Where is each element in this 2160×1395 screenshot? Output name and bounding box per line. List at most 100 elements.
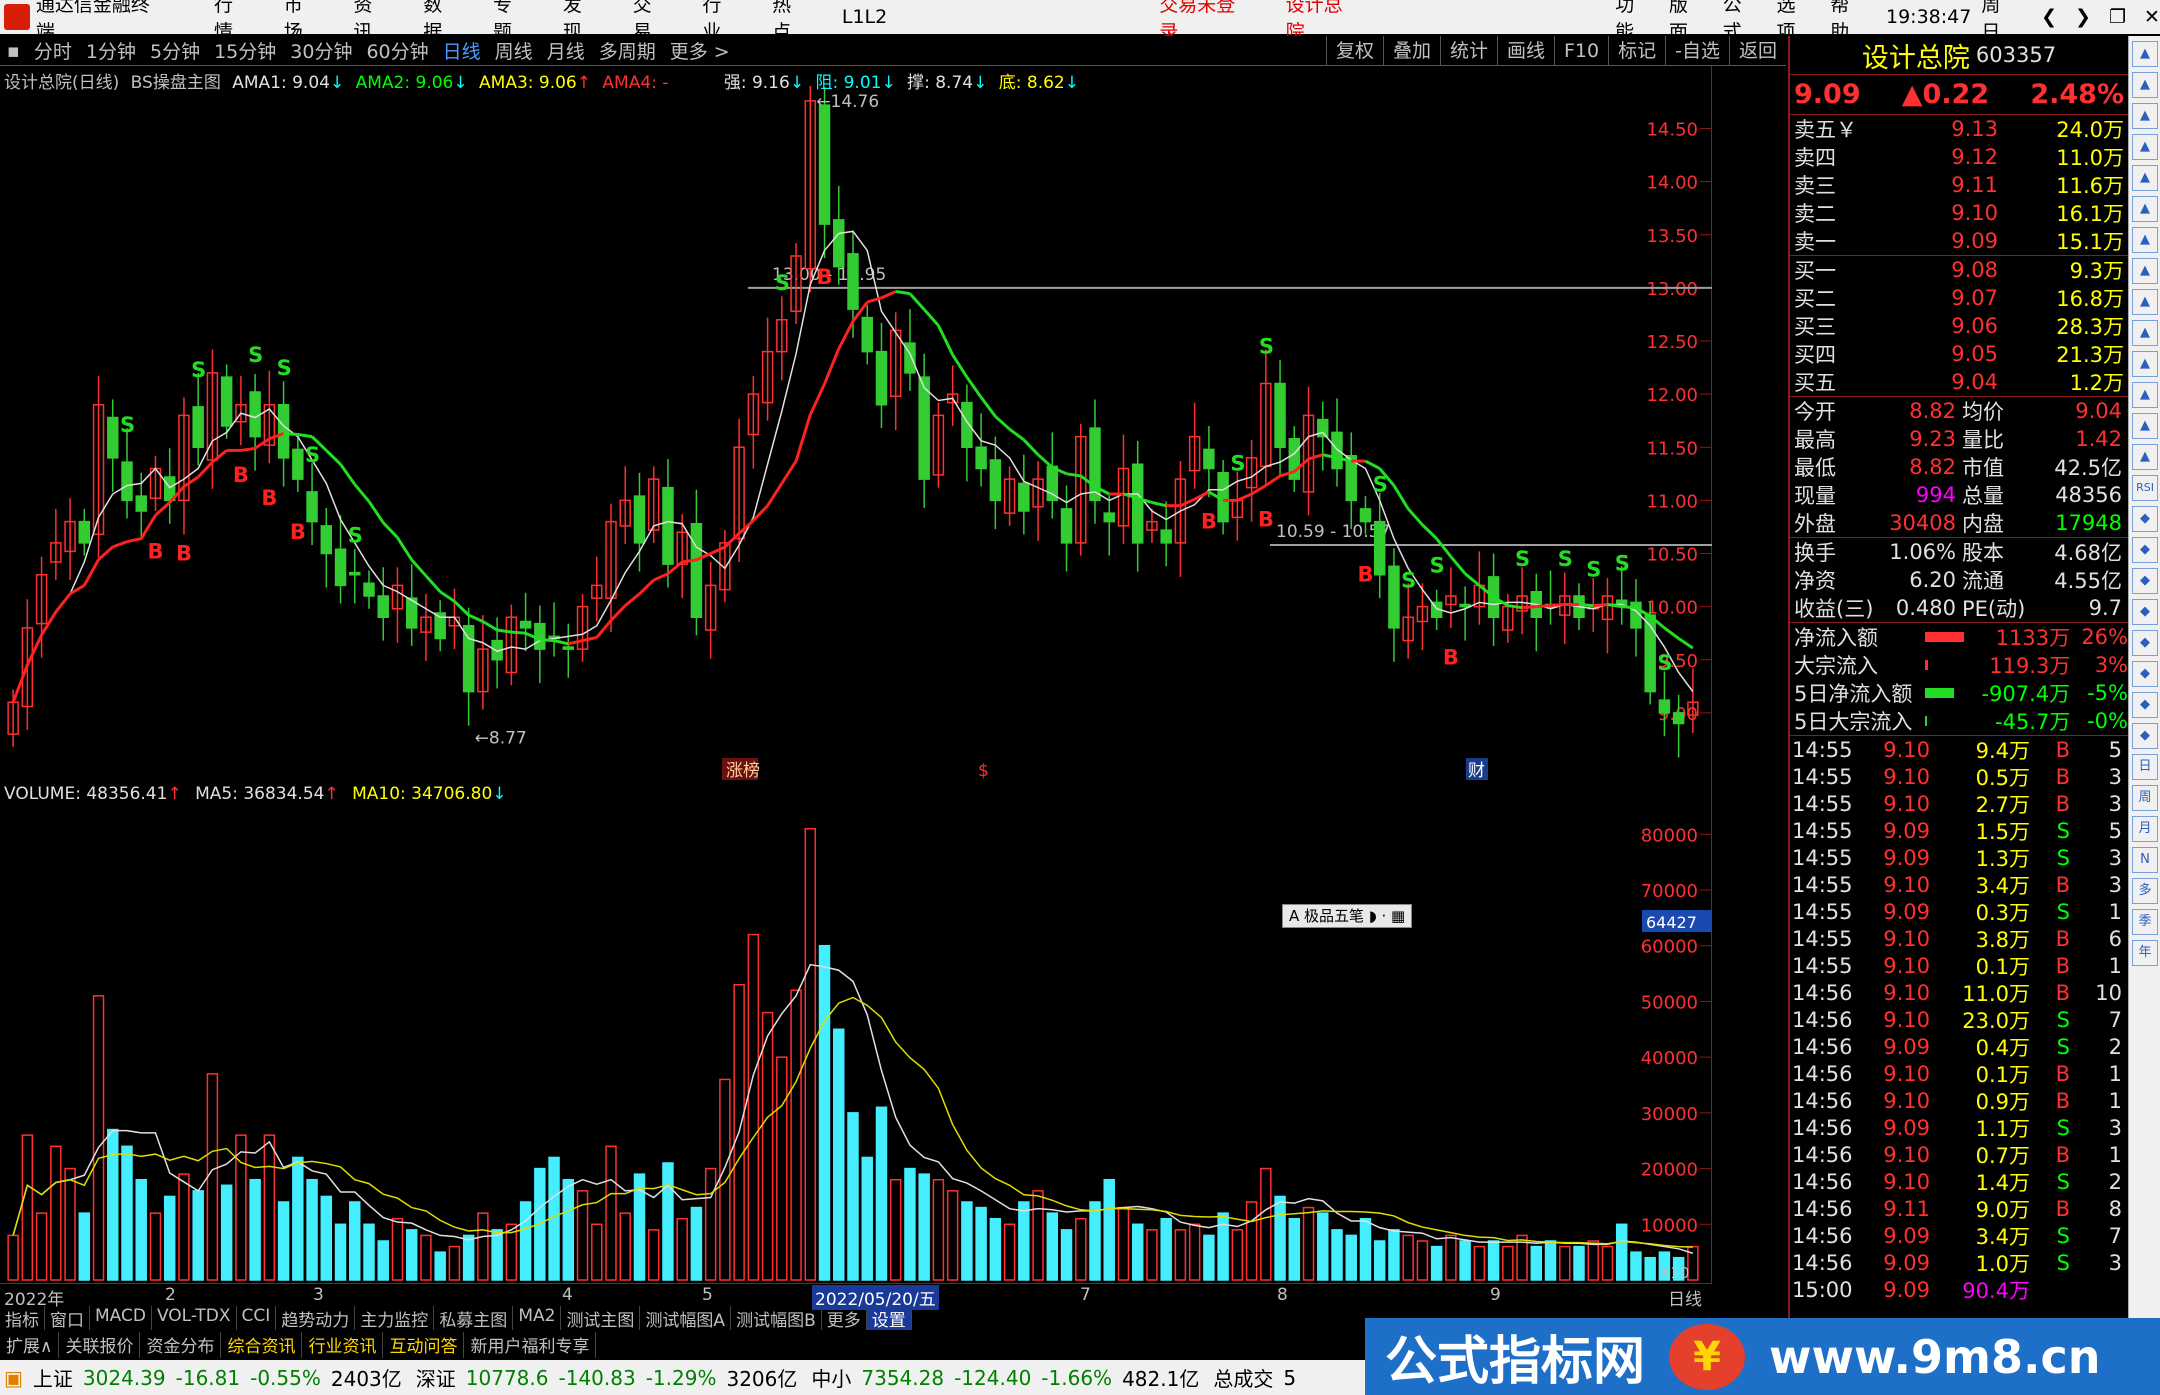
tick-row[interactable]: 14:56 9.10 11.0万 B 10 (1790, 979, 2128, 1006)
period-shortcut-1[interactable]: 周 (2132, 785, 2158, 811)
clock-icon[interactable]: ▲ (2132, 444, 2158, 470)
ask-row[interactable]: 卖四 9.12 11.0万 (1790, 143, 2128, 171)
bid-row[interactable]: 买一 9.08 9.3万 (1790, 256, 2128, 284)
table-icon[interactable]: ▲ (2132, 165, 2158, 191)
forward-icon[interactable]: ❯ (2075, 6, 2091, 28)
tick-row[interactable]: 14:56 9.11 9.0万 B 8 (1790, 1195, 2128, 1222)
period-shortcut-6[interactable]: 年 (2132, 940, 2158, 966)
period-more[interactable]: 更多 > (663, 37, 737, 64)
restore-icon[interactable]: ❐ (2109, 6, 2126, 28)
grid-icon[interactable]: ▲ (2132, 320, 2158, 346)
extension-tab-0[interactable]: 扩展∧ (0, 1332, 60, 1358)
period-multi[interactable]: 多周期 (592, 37, 663, 64)
indicator-tab-4[interactable]: CCI (237, 1306, 277, 1330)
tick-row[interactable]: 14:56 9.09 3.4万 S 7 (1790, 1222, 2128, 1249)
candle-icon[interactable]: ▲ (2132, 227, 2158, 253)
ime-popup[interactable]: A 极品五笔 ◗ · ▦ (1282, 904, 1413, 928)
tick-row[interactable]: 14:56 9.10 23.0万 S 7 (1790, 1006, 2128, 1033)
indicator-tab-3[interactable]: VOL-TDX (152, 1306, 237, 1330)
period-60min[interactable]: 60分钟 (359, 37, 435, 64)
period-shortcut-5[interactable]: 季 (2132, 909, 2158, 935)
indicator-tab-10[interactable]: 测试幅图A (640, 1306, 732, 1331)
up-icon[interactable]: ▲ (2132, 72, 2158, 98)
news-icon[interactable]: ▲ (2132, 351, 2158, 377)
ask-row[interactable]: 卖五￥ 9.13 24.0万 (1790, 115, 2128, 143)
back-icon[interactable]: ❮ (2041, 6, 2057, 28)
period-fenshi[interactable]: 分时 (27, 37, 79, 64)
indicator-tab-5[interactable]: 趋势动力 (276, 1306, 356, 1331)
tick-row[interactable]: 14:55 9.10 0.5万 B 3 (1790, 763, 2128, 790)
down-icon[interactable]: ▲ (2132, 103, 2158, 129)
tool-fanhui[interactable]: 返回 (1728, 36, 1786, 66)
tick-row[interactable]: 14:56 9.09 1.0万 S 3 (1790, 1249, 2128, 1276)
tool-f10[interactable]: F10 (1554, 36, 1608, 66)
bid-row[interactable]: 买三 9.06 28.3万 (1790, 312, 2128, 340)
rsi-icon[interactable]: RSI (2132, 475, 2158, 501)
period-30min[interactable]: 30分钟 (283, 37, 359, 64)
fund-icon[interactable]: ▲ (2132, 289, 2158, 315)
indicator-tab-8[interactable]: MA2 (513, 1306, 562, 1330)
tool-huaxian[interactable]: 画线 (1496, 36, 1554, 66)
volume-chart[interactable]: 80000 70000 60000 50000 40000 30000 20000 10000… (0, 782, 1712, 1284)
num-15-icon[interactable]: ◆ (2132, 661, 2158, 687)
period-shortcut-3[interactable]: N (2132, 847, 2158, 873)
num-60-icon[interactable]: ◆ (2132, 723, 2158, 749)
tick-row[interactable]: 14:56 9.10 0.1万 B 1 (1790, 1060, 2128, 1087)
indicator-name[interactable]: BS操盘主图 (131, 73, 221, 93)
tick-row[interactable]: 14:56 9.10 0.9万 B 1 (1790, 1087, 2128, 1114)
extension-tab-5[interactable]: 互动问答 (383, 1332, 465, 1358)
bid-row[interactable]: 买二 9.07 16.8万 (1790, 284, 2128, 312)
candlestick-chart[interactable]: 14.50 14.00 13.50 13.00 12.50 12.00 11.50 11.00… (0, 66, 1712, 782)
tick-row[interactable]: 14:55 9.10 3.4万 B 3 (1790, 871, 2128, 898)
tool-tongji[interactable]: 统计 (1439, 36, 1497, 66)
tick-row[interactable]: 14:56 9.09 1.1万 S 3 (1790, 1114, 2128, 1141)
ask-row[interactable]: 卖三 9.11 11.6万 (1790, 171, 2128, 199)
sz-index-name[interactable]: 深证 (416, 1363, 456, 1392)
tick-row[interactable]: 14:55 9.10 3.8万 B 6 (1790, 925, 2128, 952)
close-icon[interactable]: ✕ (2144, 6, 2160, 28)
fund2-icon[interactable]: ▲ (2132, 382, 2158, 408)
num-5-icon[interactable]: ◆ (2132, 630, 2158, 656)
ask-row[interactable]: 卖二 9.10 16.1万 (1790, 199, 2128, 227)
period-1min[interactable]: 1分钟 (79, 37, 143, 64)
user-icon[interactable]: ▲ (2132, 413, 2158, 439)
indicator-tab-6[interactable]: 主力监控 (355, 1306, 435, 1331)
extension-tab-3[interactable]: 综合资讯 (221, 1332, 303, 1358)
tick-row[interactable]: 14:55 9.09 0.3万 S 1 (1790, 898, 2128, 925)
up-arrow-icon[interactable]: ▲ (2132, 41, 2158, 67)
tick-row[interactable]: 15:00 9.09 90.4万 (1790, 1276, 2128, 1303)
sh-index-name[interactable]: 上证 (33, 1363, 73, 1392)
tick-row[interactable]: 14:55 9.10 9.4万 B 5 (1790, 736, 2128, 763)
calendar-icon[interactable]: ◆ (2132, 568, 2158, 594)
zx-index-name[interactable]: 中小 (811, 1363, 851, 1392)
money-icon[interactable]: ◆ (2132, 599, 2158, 625)
period-monthly[interactable]: 月线 (540, 37, 592, 64)
tool-diejia[interactable]: 叠加 (1382, 36, 1440, 66)
chart-icon[interactable]: ▲ (2132, 134, 2158, 160)
tool-zixuan[interactable]: -自选 (1665, 36, 1729, 66)
list-icon[interactable]: ▲ (2132, 258, 2158, 284)
extension-tab-1[interactable]: 关联报价 (59, 1332, 141, 1358)
tick-list[interactable]: 14:55 9.10 9.4万 B 5 14:55 9.10 0.5万 B 3 14:55 9.10 2… (1790, 735, 2128, 1303)
tick-row[interactable]: 14:55 9.09 1.3万 S 3 (1790, 844, 2128, 871)
bid-row[interactable]: 买五 9.04 1.2万 (1790, 368, 2128, 396)
menu-item-l1l2[interactable]: L1L2 (826, 6, 903, 28)
period-shortcut-4[interactable]: 多 (2132, 878, 2158, 904)
period-shortcut-2[interactable]: 月 (2132, 816, 2158, 842)
tick-row[interactable]: 14:55 9.10 2.7万 B 3 (1790, 790, 2128, 817)
tick-row[interactable]: 14:55 9.09 1.5万 S 5 (1790, 817, 2128, 844)
indicator-tab-9[interactable]: 测试主图 (561, 1306, 641, 1331)
bid-row[interactable]: 买四 9.05 21.3万 (1790, 340, 2128, 368)
tick-row[interactable]: 14:55 9.10 0.1万 B 1 (1790, 952, 2128, 979)
chart-menu-icon[interactable]: ▪ (0, 40, 27, 62)
indicator-tab-11[interactable]: 测试幅图B (731, 1306, 822, 1331)
tick-row[interactable]: 14:56 9.10 0.7万 B 1 (1790, 1141, 2128, 1168)
candlestick-svg[interactable]: 14.50 14.00 13.50 13.00 12.50 12.00 11.50 11.00… (0, 66, 1712, 782)
num-30-icon[interactable]: ◆ (2132, 692, 2158, 718)
move-icon[interactable]: ◆ (2132, 506, 2158, 532)
indicator-tab-7[interactable]: 私募主图 (434, 1306, 514, 1331)
tool-fuquan[interactable]: 复权 (1325, 36, 1383, 66)
period-weekly[interactable]: 周线 (488, 37, 540, 64)
line-icon[interactable]: ▲ (2132, 196, 2158, 222)
extension-tab-2[interactable]: 资金分布 (140, 1332, 222, 1358)
